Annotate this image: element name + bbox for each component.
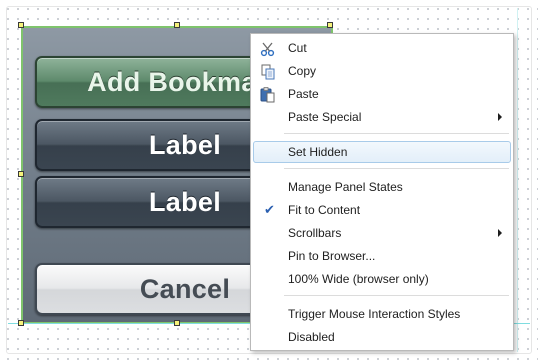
menu-item-disabled-label: Disabled — [288, 330, 335, 344]
menu-item-trigger-mouse-interaction-styles[interactable]: Trigger Mouse Interaction Styles — [253, 303, 511, 325]
submenu-arrow-icon — [498, 113, 502, 121]
vertical-guide — [517, 8, 518, 352]
resize-handle-bottom-center[interactable] — [174, 320, 180, 326]
resize-handle-middle-left[interactable] — [18, 171, 24, 177]
menu-item-paste[interactable]: Paste — [253, 83, 511, 105]
menu-item-paste-special[interactable]: Paste Special — [253, 106, 511, 128]
resize-handle-top-right[interactable] — [327, 22, 333, 28]
menu-item-paste-special-label: Paste Special — [288, 110, 362, 124]
resize-handle-bottom-left[interactable] — [18, 320, 24, 326]
menu-separator — [284, 133, 509, 134]
menu-item-manage-panel-states[interactable]: Manage Panel States — [253, 176, 511, 198]
scissors-icon — [260, 42, 275, 57]
context-menu: Cut Copy Paste Paste Special Set Hidden … — [250, 33, 514, 351]
menu-separator — [284, 168, 509, 169]
copy-icon — [261, 64, 275, 80]
menu-item-disabled[interactable]: Disabled — [253, 326, 511, 348]
menu-item-fit-to-content-label: Fit to Content — [288, 203, 361, 217]
resize-handle-top-center[interactable] — [174, 22, 180, 28]
paste-icon — [260, 87, 275, 103]
menu-item-pin-to-browser-label: Pin to Browser... — [288, 249, 376, 263]
label-button-2-text: Label — [148, 186, 222, 217]
menu-item-cut-label: Cut — [288, 41, 307, 55]
menu-item-set-hidden-label: Set Hidden — [288, 145, 348, 159]
menu-item-copy[interactable]: Copy — [253, 60, 511, 82]
resize-handle-top-left[interactable] — [18, 22, 24, 28]
menu-separator — [284, 295, 509, 296]
cancel-button-text: Cancel — [139, 273, 231, 304]
menu-item-paste-label: Paste — [288, 87, 319, 101]
menu-item-set-hidden[interactable]: Set Hidden — [253, 141, 511, 163]
menu-item-pin-to-browser[interactable]: Pin to Browser... — [253, 245, 511, 267]
menu-item-copy-label: Copy — [288, 64, 317, 78]
menu-item-scrollbars-label: Scrollbars — [288, 226, 342, 240]
menu-item-fit-to-content[interactable]: ✔ Fit to Content — [253, 199, 511, 221]
submenu-arrow-icon — [498, 229, 502, 237]
menu-item-cut[interactable]: Cut — [253, 37, 511, 59]
menu-item-trigger-mouse-interaction-styles-label: Trigger Mouse Interaction Styles — [288, 307, 461, 321]
menu-item-manage-panel-states-label: Manage Panel States — [288, 180, 403, 194]
menu-item-100-wide-label: 100% Wide (browser only) — [288, 272, 429, 286]
menu-item-100-wide[interactable]: 100% Wide (browser only) — [253, 268, 511, 290]
label-button-1-text: Label — [148, 129, 222, 160]
menu-item-scrollbars[interactable]: Scrollbars — [253, 222, 511, 244]
checkmark-icon: ✔ — [264, 203, 275, 218]
